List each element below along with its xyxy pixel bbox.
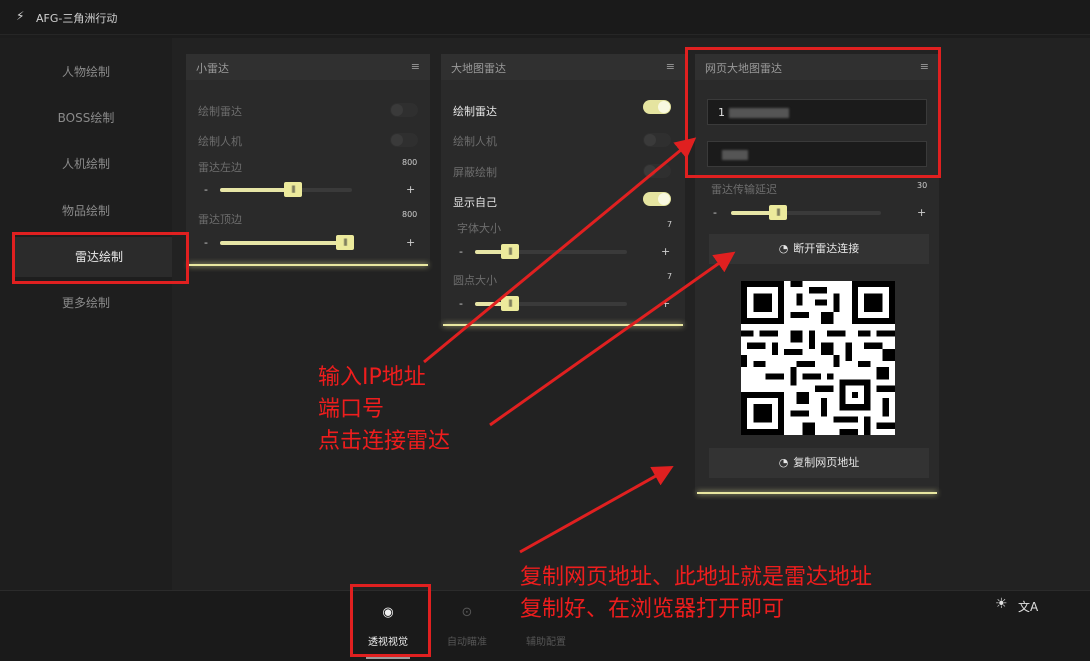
- annotation-connect-steps: 输入IP地址 端口号 点击连接雷达: [318, 362, 450, 458]
- arrow-to-copy: [519, 465, 674, 554]
- annotation-line: 复制好、在浏览器打开即可: [520, 597, 785, 622]
- arrow-to-inputs: [423, 137, 697, 364]
- annotation-line: 端口号: [318, 397, 385, 422]
- annotation-line: 输入IP地址: [318, 365, 426, 390]
- annotation-line: 复制网页地址、此地址就是雷达地址: [520, 565, 873, 590]
- annotation-copy-steps: 复制网页地址、此地址就是雷达地址 复制好、在浏览器打开即可: [520, 562, 872, 626]
- annotation-arrows: [423, 137, 736, 554]
- arrow-to-disconnect: [489, 251, 736, 427]
- annotation-line: 点击连接雷达: [318, 429, 451, 454]
